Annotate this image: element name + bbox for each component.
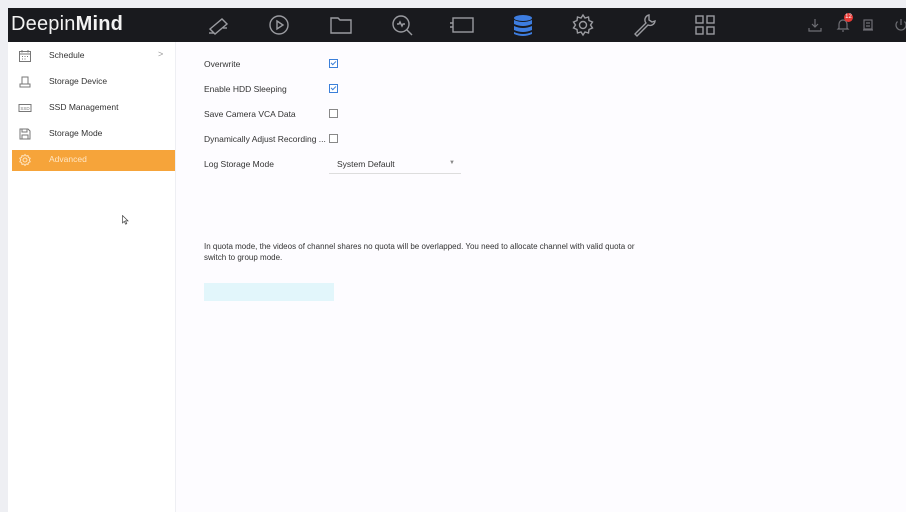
download-icon[interactable] (807, 17, 823, 33)
notification-badge: 12 (844, 13, 853, 22)
power-icon[interactable] (893, 17, 906, 33)
vca-data-checkbox[interactable] (329, 109, 338, 118)
sidebar-item-ssd-management[interactable]: SSD SSD Management (12, 98, 175, 119)
wrench-icon[interactable] (631, 12, 657, 38)
vca-data-label: Save Camera VCA Data (204, 109, 296, 119)
sidebar-item-label: SSD Management (49, 102, 119, 112)
log-storage-mode-value: System Default (337, 159, 395, 169)
top-bar: DeepinMind 12 (8, 8, 906, 42)
search-icon[interactable] (389, 12, 415, 38)
calendar-icon (18, 49, 32, 63)
gear-icon[interactable] (570, 12, 596, 38)
hdd-icon (18, 75, 32, 89)
device-icon[interactable] (860, 17, 876, 33)
hdd-sleeping-checkbox[interactable] (329, 84, 338, 93)
chevron-down-icon: ▼ (449, 160, 455, 166)
gear-icon (18, 153, 32, 167)
sidebar-item-label: Storage Device (49, 76, 108, 86)
folder-icon[interactable] (328, 12, 354, 38)
mouse-cursor-icon (122, 215, 129, 225)
apply-button[interactable] (204, 283, 334, 301)
quota-mode-note: In quota mode, the videos of channel sha… (204, 242, 635, 262)
save-icon (18, 127, 32, 141)
overwrite-checkbox[interactable] (329, 59, 338, 68)
log-storage-mode-label: Log Storage Mode (204, 159, 274, 169)
grid-icon[interactable] (692, 12, 718, 38)
display-icon[interactable] (449, 12, 475, 38)
hdd-sleeping-label: Enable HDD Sleeping (204, 84, 287, 94)
sidebar-item-label: Storage Mode (49, 128, 103, 138)
overwrite-label: Overwrite (204, 59, 241, 69)
adjust-recording-label: Dynamically Adjust Recording ... (204, 134, 326, 144)
sidebar-item-label: Advanced (49, 154, 87, 164)
sidebar: Schedule > Storage Device SSD SSD Manage… (8, 42, 175, 512)
sidebar-item-storage-device[interactable]: Storage Device (12, 72, 175, 93)
adjust-recording-checkbox[interactable] (329, 134, 338, 143)
storage-icon[interactable] (510, 12, 536, 38)
sidebar-item-schedule[interactable]: Schedule > (12, 46, 175, 67)
sidebar-item-advanced[interactable]: Advanced (12, 150, 175, 171)
ssd-icon: SSD (18, 101, 32, 115)
sidebar-item-label: Schedule (49, 50, 85, 60)
svg-text:SSD: SSD (20, 106, 30, 111)
camera-icon[interactable] (206, 12, 232, 38)
app-logo: DeepinMind (11, 13, 124, 35)
chevron-right-icon: > (158, 49, 164, 59)
sidebar-item-storage-mode[interactable]: Storage Mode (12, 124, 175, 145)
playback-icon[interactable] (266, 12, 292, 38)
log-storage-mode-select[interactable]: System Default ▼ (329, 155, 461, 174)
